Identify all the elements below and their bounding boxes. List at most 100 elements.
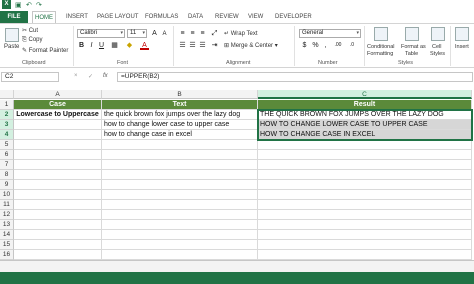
format-as-table-button[interactable]: Format as — [401, 44, 426, 50]
decrease-decimal-button[interactable]: .0 — [346, 41, 358, 50]
format-as-table-icon[interactable] — [405, 27, 419, 41]
grid-cell[interactable] — [14, 240, 102, 250]
grid-cell[interactable] — [14, 160, 102, 170]
row-header[interactable]: 7 — [0, 160, 14, 170]
row-header[interactable]: 3 — [0, 120, 14, 130]
row-header[interactable]: 2 — [0, 110, 14, 120]
insert-function-icon[interactable]: fx — [103, 73, 108, 79]
grid-cell[interactable] — [14, 200, 102, 210]
insert-button[interactable]: Insert — [455, 44, 469, 50]
grid-cell[interactable] — [14, 230, 102, 240]
grid-cell[interactable] — [102, 200, 258, 210]
table-cell[interactable]: HOW TO CHANGE CASE IN EXCEL — [258, 130, 472, 140]
grid-cell[interactable] — [102, 180, 258, 190]
grid-cell[interactable] — [102, 150, 258, 160]
table-cell[interactable]: how to change case in excel — [102, 130, 258, 140]
row-header[interactable]: 13 — [0, 220, 14, 230]
currency-button[interactable]: $ — [300, 41, 309, 50]
row-header[interactable]: 12 — [0, 210, 14, 220]
bold-button[interactable]: B — [77, 41, 86, 50]
grid-cell[interactable] — [14, 180, 102, 190]
grid-cell[interactable] — [14, 150, 102, 160]
comma-button[interactable]: , — [321, 41, 330, 50]
name-box[interactable]: C2 — [1, 72, 59, 82]
table-cell[interactable]: how to change lower case to upper case — [102, 120, 258, 130]
tab-developer[interactable]: DEVELOPER — [273, 11, 314, 23]
row-header[interactable]: 15 — [0, 240, 14, 250]
grid-cell[interactable] — [102, 190, 258, 200]
row-header[interactable]: 16 — [0, 250, 14, 260]
italic-button[interactable]: I — [87, 41, 96, 50]
orientation-icon[interactable]: ⤢ — [210, 29, 219, 38]
indent-icon[interactable]: ⇥ — [210, 41, 219, 50]
grid-cell[interactable] — [102, 170, 258, 180]
cell-styles-icon[interactable] — [431, 27, 445, 41]
font-color-button[interactable]: A — [140, 41, 149, 50]
cancel-icon[interactable]: × — [74, 73, 78, 79]
align-right-icon[interactable]: ☰ — [198, 41, 207, 50]
grid-cell[interactable] — [102, 140, 258, 150]
grid-cell[interactable] — [14, 250, 102, 260]
row-header[interactable]: 11 — [0, 200, 14, 210]
column-header-b[interactable]: B — [102, 90, 258, 99]
insert-cells-icon[interactable] — [455, 27, 469, 41]
grow-font-button[interactable]: A — [150, 29, 159, 38]
grid-cell[interactable] — [258, 150, 472, 160]
align-top-icon[interactable]: ≡ — [178, 29, 187, 38]
undo-icon[interactable]: ↶ — [26, 1, 32, 9]
redo-icon[interactable]: ↷ — [36, 1, 42, 9]
column-header-a[interactable]: A — [14, 90, 102, 99]
grid-cell[interactable] — [258, 140, 472, 150]
row-header[interactable]: 8 — [0, 170, 14, 180]
tab-insert[interactable]: INSERT — [64, 11, 90, 23]
merge-center-button[interactable]: ⊞ Merge & Center ▾ — [224, 42, 278, 49]
paste-button[interactable]: Paste — [4, 44, 19, 50]
font-size-select[interactable]: 11 ▾ — [127, 29, 147, 38]
grid-cell[interactable] — [14, 220, 102, 230]
row-header[interactable]: 5 — [0, 140, 14, 150]
align-middle-icon[interactable]: ≡ — [188, 29, 197, 38]
paste-icon[interactable] — [5, 28, 19, 42]
row-header[interactable]: 10 — [0, 190, 14, 200]
select-all-corner[interactable] — [0, 90, 14, 99]
table-cell[interactable]: THE QUICK BROWN FOX JUMPS OVER THE LAZY … — [258, 110, 472, 120]
enter-icon[interactable]: ✓ — [88, 73, 93, 80]
grid-cell[interactable] — [14, 170, 102, 180]
tab-view[interactable]: VIEW — [246, 11, 265, 23]
format-painter-button[interactable]: ✎ Format Painter — [22, 47, 68, 54]
table-cell[interactable]: HOW TO CHANGE LOWER CASE TO UPPER CASE — [258, 120, 472, 130]
row-header[interactable]: 9 — [0, 180, 14, 190]
grid-cell[interactable] — [258, 250, 472, 260]
grid-cell[interactable] — [102, 220, 258, 230]
tab-review[interactable]: REVIEW — [213, 11, 241, 23]
grid-cell[interactable] — [258, 180, 472, 190]
increase-decimal-button[interactable]: .00 — [332, 41, 344, 50]
grid-cell[interactable] — [102, 230, 258, 240]
table-cell[interactable] — [14, 130, 102, 140]
grid-cell[interactable] — [258, 160, 472, 170]
row-header[interactable]: 1 — [0, 100, 14, 110]
grid-cell[interactable] — [14, 210, 102, 220]
font-name-select[interactable]: Calibri ▾ — [77, 29, 125, 38]
conditional-formatting-button[interactable]: Conditional — [367, 44, 395, 50]
tab-formulas[interactable]: FORMULAS — [143, 11, 180, 23]
tab-data[interactable]: DATA — [186, 11, 205, 23]
grid-cell[interactable] — [258, 230, 472, 240]
grid-cell[interactable] — [258, 200, 472, 210]
borders-icon[interactable]: ▦ — [110, 41, 119, 50]
grid-cell[interactable] — [14, 190, 102, 200]
align-left-icon[interactable]: ☰ — [178, 41, 187, 50]
column-header-c[interactable]: C — [258, 90, 472, 99]
save-icon[interactable]: ▣ — [15, 1, 22, 9]
grid-cell[interactable] — [102, 160, 258, 170]
grid-cell[interactable] — [102, 240, 258, 250]
grid-cell[interactable] — [102, 250, 258, 260]
table-header-text[interactable]: Text — [102, 100, 258, 110]
table-cell[interactable]: Lowercase to Uppercase — [14, 110, 102, 120]
cut-button[interactable]: ✂ Cut — [22, 27, 38, 34]
cell-styles-button[interactable]: Cell — [432, 44, 441, 50]
percent-button[interactable]: % — [311, 41, 320, 50]
copy-button[interactable]: ⎘ Copy — [22, 37, 43, 44]
table-cell[interactable]: the quick brown fox jumps over the lazy … — [102, 110, 258, 120]
wrap-text-button[interactable]: ↵ Wrap Text — [224, 30, 258, 37]
